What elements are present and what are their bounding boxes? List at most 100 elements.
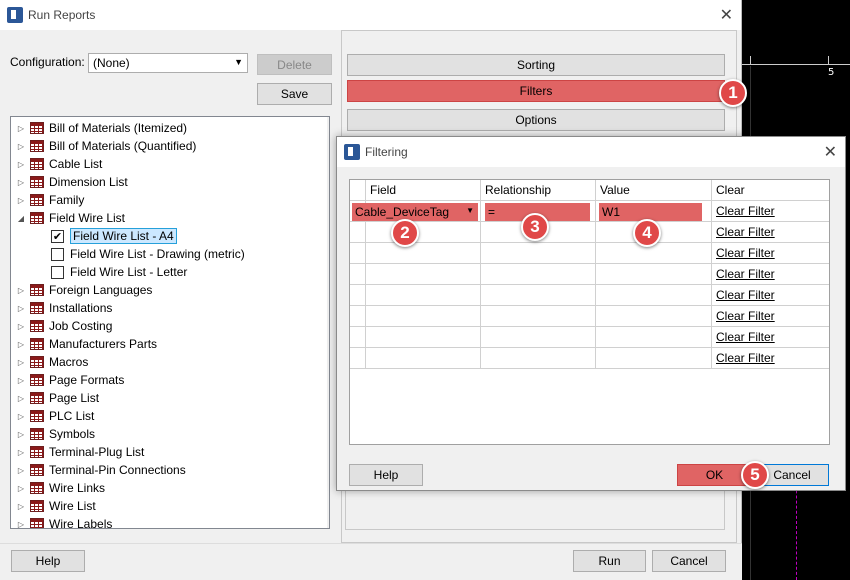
- value-cell[interactable]: [596, 348, 712, 369]
- tree-item[interactable]: ▷ Symbols: [15, 425, 95, 443]
- clear-filter-text[interactable]: Clear Filter: [716, 246, 775, 260]
- clear-filter-text[interactable]: Clear Filter: [716, 204, 775, 218]
- tree-item[interactable]: ▷ Macros: [15, 353, 88, 371]
- report-tree[interactable]: ▷ Bill of Materials (Itemized) ▷ Bill of Ma…: [10, 116, 330, 529]
- clear-filter-text[interactable]: Clear Filter: [716, 309, 775, 323]
- tree-item[interactable]: ▷ Terminal-Plug List: [15, 443, 144, 461]
- step-badge-4: 4: [633, 219, 661, 247]
- clear-filter-link[interactable]: Clear Filter: [712, 306, 829, 327]
- filters-button[interactable]: Filters: [347, 80, 725, 102]
- relationship-cell[interactable]: [481, 285, 596, 306]
- chevron-right-icon[interactable]: ▷: [15, 484, 27, 493]
- tree-item[interactable]: ▷ PLC List: [15, 407, 94, 425]
- delete-button[interactable]: Delete: [257, 54, 332, 75]
- chevron-right-icon[interactable]: ▷: [15, 502, 27, 511]
- tree-item[interactable]: ▷ Page Formats: [15, 371, 124, 389]
- close-icon[interactable]: ✕: [824, 142, 837, 161]
- value-cell[interactable]: [596, 243, 712, 264]
- field-cell[interactable]: [366, 348, 481, 369]
- run-button[interactable]: Run: [573, 550, 646, 572]
- clear-filter-link[interactable]: Clear Filter: [712, 222, 829, 243]
- chevron-right-icon[interactable]: ▷: [15, 322, 27, 331]
- filtering-help-button[interactable]: Help: [349, 464, 423, 486]
- close-icon[interactable]: ✕: [720, 5, 733, 24]
- field-select[interactable]: Cable_DeviceTag ▼: [352, 203, 478, 221]
- value-cell[interactable]: [596, 285, 712, 306]
- clear-filter-link[interactable]: Clear Filter: [712, 264, 829, 285]
- chevron-right-icon[interactable]: ▷: [15, 412, 27, 421]
- chevron-right-icon[interactable]: ▷: [15, 358, 27, 367]
- tree-item[interactable]: ▷ Job Costing: [15, 317, 112, 335]
- tree-item-label: Macros: [49, 355, 89, 369]
- tree-item-checkbox[interactable]: [51, 265, 64, 279]
- field-cell[interactable]: [366, 327, 481, 348]
- chevron-right-icon[interactable]: ▷: [15, 448, 27, 457]
- tree-item[interactable]: ▷ Wire Labels: [15, 515, 112, 529]
- clear-filter-link[interactable]: Clear Filter: [712, 285, 829, 306]
- chevron-right-icon[interactable]: ▷: [15, 430, 27, 439]
- value-cell[interactable]: [596, 306, 712, 327]
- tree-item[interactable]: Field Wire List - Drawing (metric): [51, 245, 245, 263]
- clear-filter-text[interactable]: Clear Filter: [716, 330, 775, 344]
- tree-item[interactable]: ▷ Installations: [15, 299, 112, 317]
- field-cell[interactable]: [366, 222, 481, 243]
- chevron-right-icon[interactable]: ▷: [15, 178, 27, 187]
- clear-filter-text[interactable]: Clear Filter: [716, 225, 775, 239]
- tree-item[interactable]: ▷ Bill of Materials (Quantified): [15, 137, 196, 155]
- clear-filter-link[interactable]: Clear Filter: [712, 243, 829, 264]
- tree-item[interactable]: ◢ Field Wire List: [15, 209, 125, 227]
- chevron-right-icon[interactable]: ▷: [15, 394, 27, 403]
- field-cell[interactable]: [366, 285, 481, 306]
- field-cell[interactable]: [366, 243, 481, 264]
- relationship-cell[interactable]: [481, 264, 596, 285]
- tree-item[interactable]: ▷ Wire List: [15, 497, 96, 515]
- clear-filter-link[interactable]: Clear Filter: [712, 348, 829, 369]
- cancel-button[interactable]: Cancel: [652, 550, 726, 572]
- value-input[interactable]: W1: [599, 203, 702, 221]
- tree-item[interactable]: ▷ Cable List: [15, 155, 102, 173]
- relationship-cell[interactable]: [481, 243, 596, 264]
- tree-item[interactable]: ▷ Family: [15, 191, 84, 209]
- save-button[interactable]: Save: [257, 83, 332, 105]
- sorting-button[interactable]: Sorting: [347, 54, 725, 76]
- tree-scrollbar[interactable]: ▲ ▼: [327, 117, 329, 528]
- tree-item-checkbox[interactable]: ✔: [51, 229, 64, 243]
- tree-item[interactable]: ▷ Bill of Materials (Itemized): [15, 119, 187, 137]
- field-cell[interactable]: [366, 264, 481, 285]
- chevron-right-icon[interactable]: ▷: [15, 376, 27, 385]
- help-button[interactable]: Help: [11, 550, 85, 572]
- chevron-right-icon[interactable]: ▷: [15, 286, 27, 295]
- chevron-right-icon[interactable]: ▷: [15, 124, 27, 133]
- relationship-cell[interactable]: [481, 306, 596, 327]
- chevron-right-icon[interactable]: ▷: [15, 142, 27, 151]
- title-bar: Run Reports ✕: [0, 0, 741, 30]
- value-cell[interactable]: [596, 264, 712, 285]
- chevron-right-icon[interactable]: ▷: [15, 160, 27, 169]
- tree-item[interactable]: ▷ Wire Links: [15, 479, 105, 497]
- field-cell[interactable]: [366, 306, 481, 327]
- clear-filter-link[interactable]: Clear Filter: [712, 201, 829, 222]
- tree-item[interactable]: ▷ Page List: [15, 389, 99, 407]
- tree-item[interactable]: ▷ Terminal-Pin Connections: [15, 461, 186, 479]
- tree-item[interactable]: ▷ Foreign Languages: [15, 281, 153, 299]
- chevron-right-icon[interactable]: ▷: [15, 466, 27, 475]
- configuration-select[interactable]: (None) ▼: [88, 53, 248, 73]
- chevron-right-icon[interactable]: ▷: [15, 196, 27, 205]
- clear-filter-text[interactable]: Clear Filter: [716, 288, 775, 302]
- tree-item[interactable]: ▷ Dimension List: [15, 173, 128, 191]
- chevron-down-icon[interactable]: ◢: [15, 214, 27, 223]
- clear-filter-link[interactable]: Clear Filter: [712, 327, 829, 348]
- chevron-right-icon[interactable]: ▷: [15, 520, 27, 529]
- chevron-right-icon[interactable]: ▷: [15, 304, 27, 313]
- chevron-right-icon[interactable]: ▷: [15, 340, 27, 349]
- relationship-cell[interactable]: [481, 348, 596, 369]
- tree-item[interactable]: ▷ Manufacturers Parts: [15, 335, 157, 353]
- value-cell[interactable]: [596, 327, 712, 348]
- clear-filter-text[interactable]: Clear Filter: [716, 351, 775, 365]
- tree-item[interactable]: Field Wire List - Letter: [51, 263, 187, 281]
- tree-item[interactable]: ✔ Field Wire List - A4: [51, 227, 177, 245]
- options-button[interactable]: Options: [347, 109, 725, 131]
- clear-filter-text[interactable]: Clear Filter: [716, 267, 775, 281]
- tree-item-checkbox[interactable]: [51, 247, 64, 261]
- relationship-cell[interactable]: [481, 327, 596, 348]
